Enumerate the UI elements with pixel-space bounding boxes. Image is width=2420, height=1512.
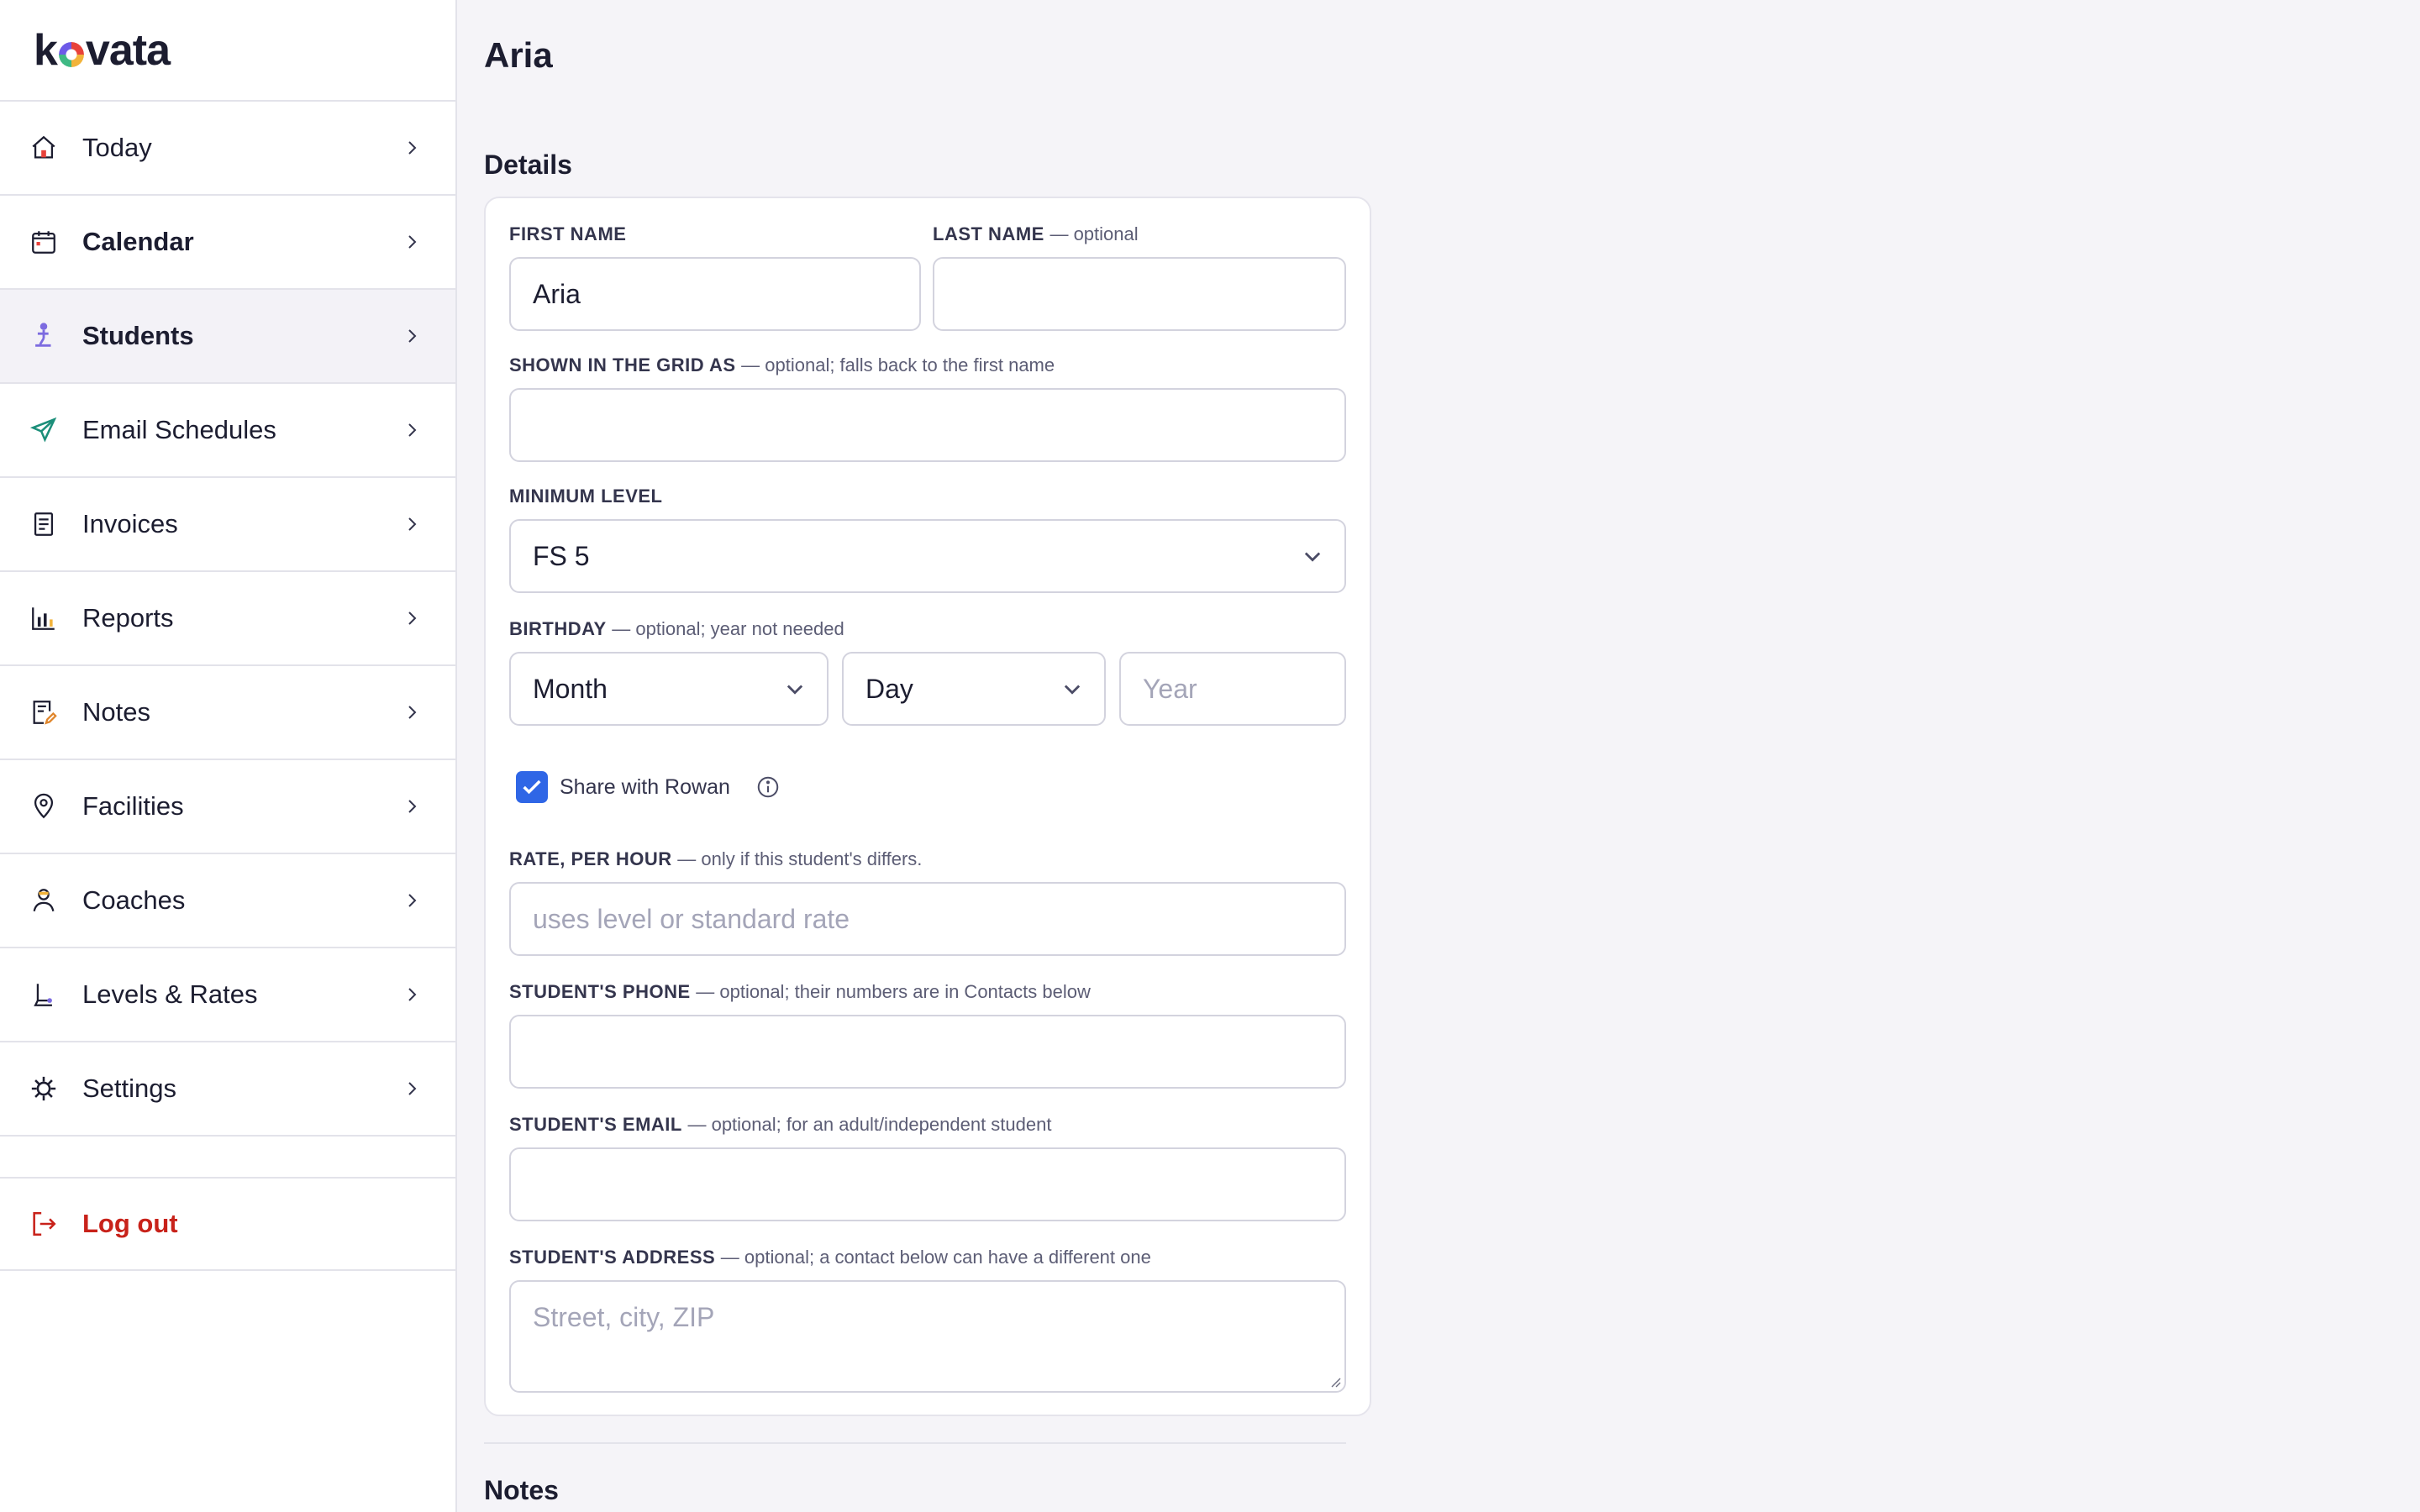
bar-chart-icon [29,603,59,633]
chevron-right-icon [408,894,417,907]
chevron-right-icon [408,988,417,1001]
logout-button[interactable]: Log out [0,1177,455,1271]
brand-k: k [34,25,58,75]
grid-name-label: SHOWN IN THE GRID AS — optional; falls b… [509,354,1055,375]
details-card: FIRST NAME LAST NAME — optional Aria SHO… [484,197,1371,1416]
sidebar-item-calendar[interactable]: Calendar [0,196,455,290]
sidebar-item-label: Invoices [82,509,178,538]
brand-logo[interactable]: k vata [0,0,455,102]
phone-label: STUDENT'S PHONE — optional; their number… [509,981,1091,1002]
share-label[interactable]: Share with Rowan [560,775,730,800]
sidebar-item-invoices[interactable]: Invoices [0,478,455,572]
location-pin-icon [29,791,59,822]
app-root: k vata Today Calendar Students Email Sch… [0,0,2420,1512]
notes-icon [29,697,59,727]
birthday-day-select[interactable]: Day [842,652,1106,726]
chevron-right-icon [408,517,417,531]
levels-icon [29,979,59,1010]
sidebar-item-label: Email Schedules [82,415,276,444]
sidebar-item-label: Today [82,133,152,162]
share-row: Share with Rowan [516,771,781,803]
paper-plane-icon [29,415,59,445]
chevron-right-icon [408,329,417,343]
sidebar-item-label: Students [82,321,194,350]
sidebar-item-label: Facilities [82,791,184,821]
notes-section-title: Notes [484,1475,559,1505]
sidebar-item-settings[interactable]: Settings [0,1042,455,1137]
sidebar-item-notes[interactable]: Notes [0,666,455,760]
sidebar-item-email-schedules[interactable]: Email Schedules [0,384,455,478]
calendar-icon [29,227,59,257]
coach-icon [29,885,59,916]
brand-o-icon [58,41,84,67]
info-icon[interactable] [755,774,781,800]
grid-name-input[interactable] [509,388,1346,462]
logout-icon [29,1209,59,1239]
home-icon [29,133,59,163]
sidebar-item-coaches[interactable]: Coaches [0,854,455,948]
brand-wordmark: k vata [34,25,171,76]
chevron-right-icon [408,423,417,437]
sidebar-item-label: Levels & Rates [82,979,258,1009]
rate-input[interactable]: uses level or standard rate [509,882,1346,956]
last-name-label: LAST NAME — optional [933,223,1139,244]
chevron-right-icon [408,141,417,155]
minimum-level-select[interactable]: FS 5 [509,519,1346,593]
birthday-year-input[interactable]: Year [1119,652,1346,726]
first-name-label: FIRST NAME [509,223,627,244]
email-label: STUDENT'S EMAIL — optional; for an adult… [509,1114,1052,1135]
phone-input[interactable] [509,1015,1346,1089]
checkmark-icon [523,780,541,795]
address-textarea[interactable]: Street, city, ZIP [509,1280,1346,1393]
first-name-input[interactable]: Aria [509,257,921,331]
chevron-right-icon [408,612,417,625]
sidebar-item-students[interactable]: Students [0,290,455,384]
chevron-right-icon [408,706,417,719]
chevron-down-icon [1064,685,1081,695]
share-checkbox[interactable] [516,771,548,803]
invoice-icon [29,509,59,539]
sidebar-item-label: Reports [82,603,174,633]
rate-label: RATE, PER HOUR — only if this student's … [509,848,923,869]
logout-label: Log out [82,1209,178,1238]
brand-rest: vata [85,25,171,75]
sidebar: k vata Today Calendar Students Email Sch… [0,0,457,1512]
sidebar-item-label: Calendar [82,227,194,256]
sidebar-item-label: Notes [82,697,150,727]
sidebar-item-label: Settings [82,1074,177,1103]
birthday-label: BIRTHDAY — optional; year not needed [509,618,844,639]
resize-handle-icon[interactable] [1329,1376,1341,1388]
page-title: Aria [484,35,553,75]
sidebar-item-label: Coaches [82,885,186,915]
chevron-right-icon [408,1082,417,1095]
sidebar-item-levels-rates[interactable]: Levels & Rates [0,948,455,1042]
gear-icon [29,1074,59,1104]
sidebar-item-facilities[interactable]: Facilities [0,760,455,854]
birthday-month-select[interactable]: Month [509,652,829,726]
chevron-right-icon [408,235,417,249]
details-section-title: Details [484,150,572,180]
sidebar-item-reports[interactable]: Reports [0,572,455,666]
sidebar-item-today[interactable]: Today [0,102,455,196]
main-content: Aria Details FIRST NAME LAST NAME — opti… [457,0,2420,1512]
chevron-right-icon [408,800,417,813]
last-name-input[interactable] [933,257,1346,331]
address-label: STUDENT'S ADDRESS — optional; a contact … [509,1247,1151,1268]
minimum-level-label: MINIMUM LEVEL [509,486,663,507]
students-icon [29,321,59,351]
chevron-down-icon [786,685,803,695]
chevron-down-icon [1304,552,1321,562]
section-divider [484,1442,1346,1444]
email-input[interactable] [509,1147,1346,1221]
